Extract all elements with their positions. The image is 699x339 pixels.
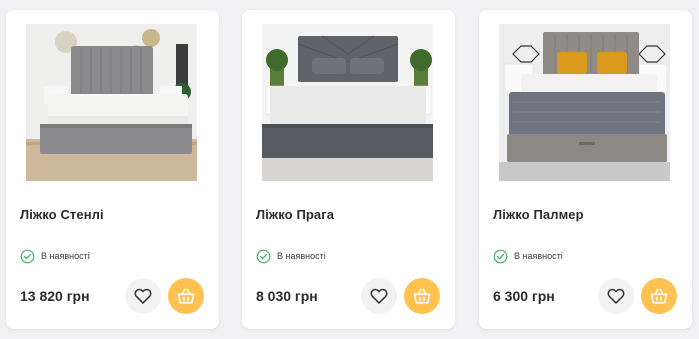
basket-icon bbox=[176, 286, 196, 306]
basket-icon bbox=[412, 286, 432, 306]
product-name[interactable]: Ліжко Палмер bbox=[493, 207, 584, 222]
basket-icon bbox=[649, 286, 669, 306]
add-to-cart-button[interactable] bbox=[168, 278, 204, 314]
product-card[interactable]: Ліжко Прага В наявності 8 030 грн bbox=[242, 10, 455, 329]
product-name[interactable]: Ліжко Стенлі bbox=[20, 207, 104, 222]
heart-icon bbox=[606, 286, 626, 306]
availability-status: В наявності bbox=[20, 248, 90, 264]
heart-icon bbox=[133, 286, 153, 306]
availability-text: В наявності bbox=[277, 251, 326, 261]
availability-status: В наявності bbox=[256, 248, 326, 264]
availability-text: В наявності bbox=[514, 251, 563, 261]
add-to-cart-button[interactable] bbox=[641, 278, 677, 314]
product-image[interactable] bbox=[499, 24, 670, 181]
heart-icon bbox=[369, 286, 389, 306]
check-circle-icon bbox=[20, 249, 35, 264]
product-card[interactable]: Ліжко Стенлі В наявності 13 820 грн bbox=[6, 10, 219, 329]
product-card[interactable]: Ліжко Палмер В наявності 6 300 грн bbox=[479, 10, 692, 329]
product-price: 6 300 грн bbox=[493, 288, 555, 304]
availability-status: В наявності bbox=[493, 248, 563, 264]
favorite-button[interactable] bbox=[125, 278, 161, 314]
add-to-cart-button[interactable] bbox=[404, 278, 440, 314]
product-image[interactable] bbox=[262, 24, 433, 181]
product-image[interactable] bbox=[26, 24, 197, 181]
check-circle-icon bbox=[256, 249, 271, 264]
product-price: 8 030 грн bbox=[256, 288, 318, 304]
product-price: 13 820 грн bbox=[20, 288, 90, 304]
favorite-button[interactable] bbox=[598, 278, 634, 314]
product-name[interactable]: Ліжко Прага bbox=[256, 207, 334, 222]
check-circle-icon bbox=[493, 249, 508, 264]
availability-text: В наявності bbox=[41, 251, 90, 261]
favorite-button[interactable] bbox=[361, 278, 397, 314]
